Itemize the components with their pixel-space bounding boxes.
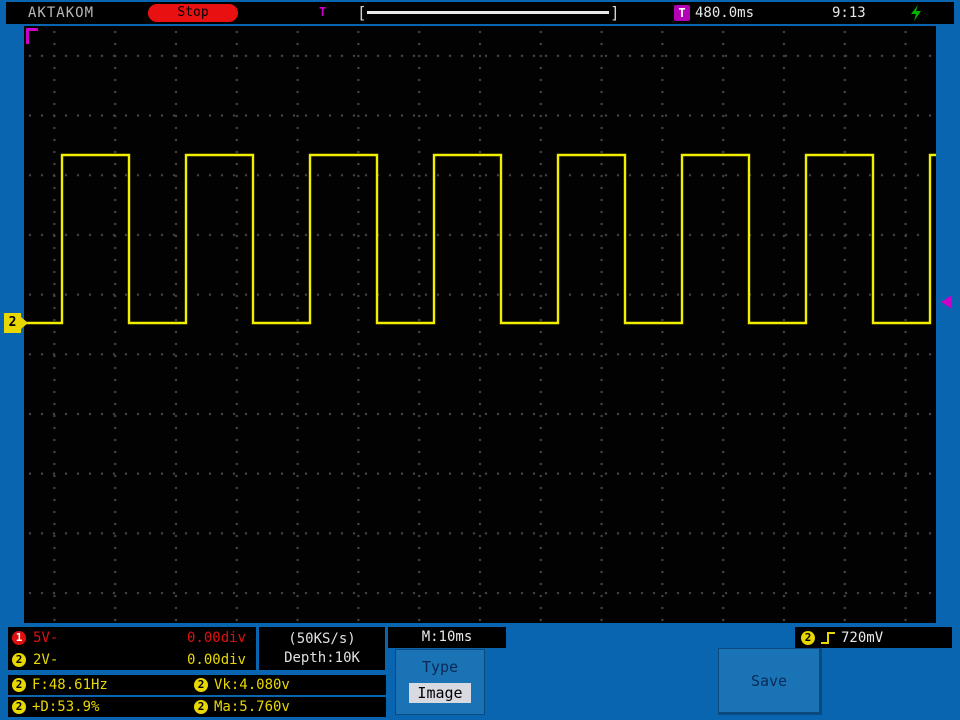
menu-type-value[interactable]: Image (409, 683, 471, 703)
measurement-row: 2 F:48.61Hz 2 Vk:4.080v (8, 675, 386, 695)
measurement-value: +D:53.9% (32, 699, 100, 715)
record-position-indicator: T [ ] (307, 2, 637, 24)
measurement-badge: 2 (194, 678, 208, 692)
channel-settings-panel: 1 5V- 0.00div 2 2V- 0.00div (8, 627, 256, 670)
usb-icon (908, 4, 924, 22)
trigger-level-readout: 2 720mV (795, 627, 952, 648)
measurement-value: F:48.61Hz (32, 677, 108, 693)
ch2-scale: 2V- (33, 651, 59, 668)
acquisition-status-badge: Stop (148, 4, 238, 22)
trigger-delay-value: 480.0ms (695, 5, 755, 21)
oscilloscope-frame: AKTAKOM Stop T [ ] T 480.0ms 9:13 2 1 5V… (0, 0, 960, 720)
brand-logo: AKTAKOM (28, 5, 95, 21)
waveform-display (24, 26, 936, 623)
trigger-source-badge: 2 (801, 630, 815, 645)
measurement-max: 2 Ma:5.760v (194, 697, 290, 717)
ch2-position: 0.00div (186, 651, 246, 668)
trigger-level-value: 720mV (841, 629, 884, 646)
trigger-delay-readout: T 480.0ms (674, 4, 754, 22)
menu-type-selector[interactable]: Type Image (395, 649, 485, 715)
measurement-badge: 2 (12, 678, 26, 692)
channel2-marker-label: 2 (8, 315, 17, 330)
menu-type-label: Type (421, 658, 459, 676)
record-window-bar (367, 11, 609, 14)
measurement-value: Vk:4.080v (214, 677, 290, 693)
ch1-scale: 5V- (33, 629, 59, 646)
save-button[interactable]: Save (718, 648, 822, 715)
channel2-position-marker: 2 (4, 313, 28, 333)
trigger-level-marker (941, 295, 952, 309)
acquisition-panel: (50KS/s) Depth:10K (259, 627, 385, 670)
top-status-bar: AKTAKOM Stop T [ ] T 480.0ms 9:13 (6, 2, 954, 24)
measurement-badge: 2 (194, 700, 208, 714)
record-window-bracket-left: [ (357, 3, 367, 22)
record-window-bracket-right: ] (610, 3, 620, 22)
measurement-frequency: 2 F:48.61Hz (12, 675, 108, 695)
clock: 9:13 (832, 5, 866, 21)
timebase-readout: M:10ms (388, 627, 506, 648)
timebase-value: M:10ms (421, 629, 473, 645)
measurement-vpk: 2 Vk:4.080v (194, 675, 290, 695)
sample-rate: (50KS/s) (288, 631, 356, 647)
measurement-badge: 2 (12, 700, 26, 714)
measurement-duty: 2 +D:53.9% (12, 697, 99, 717)
ch1-settings-row: 1 5V- 0.00div (8, 627, 256, 648)
ch2-badge: 2 (12, 652, 26, 667)
ch2-settings-row: 2 2V- 0.00div (8, 649, 256, 670)
channel2-trace (24, 153, 936, 325)
trigger-icon: T (674, 5, 690, 21)
trigger-position-icon: T (319, 5, 327, 19)
measurement-row: 2 +D:53.9% 2 Ma:5.760v (8, 697, 386, 717)
rising-edge-icon (821, 631, 835, 644)
ch1-badge: 1 (12, 630, 26, 645)
record-depth: Depth:10K (284, 650, 360, 666)
measurement-value: Ma:5.760v (214, 699, 290, 715)
ch1-position: 0.00div (186, 629, 246, 646)
